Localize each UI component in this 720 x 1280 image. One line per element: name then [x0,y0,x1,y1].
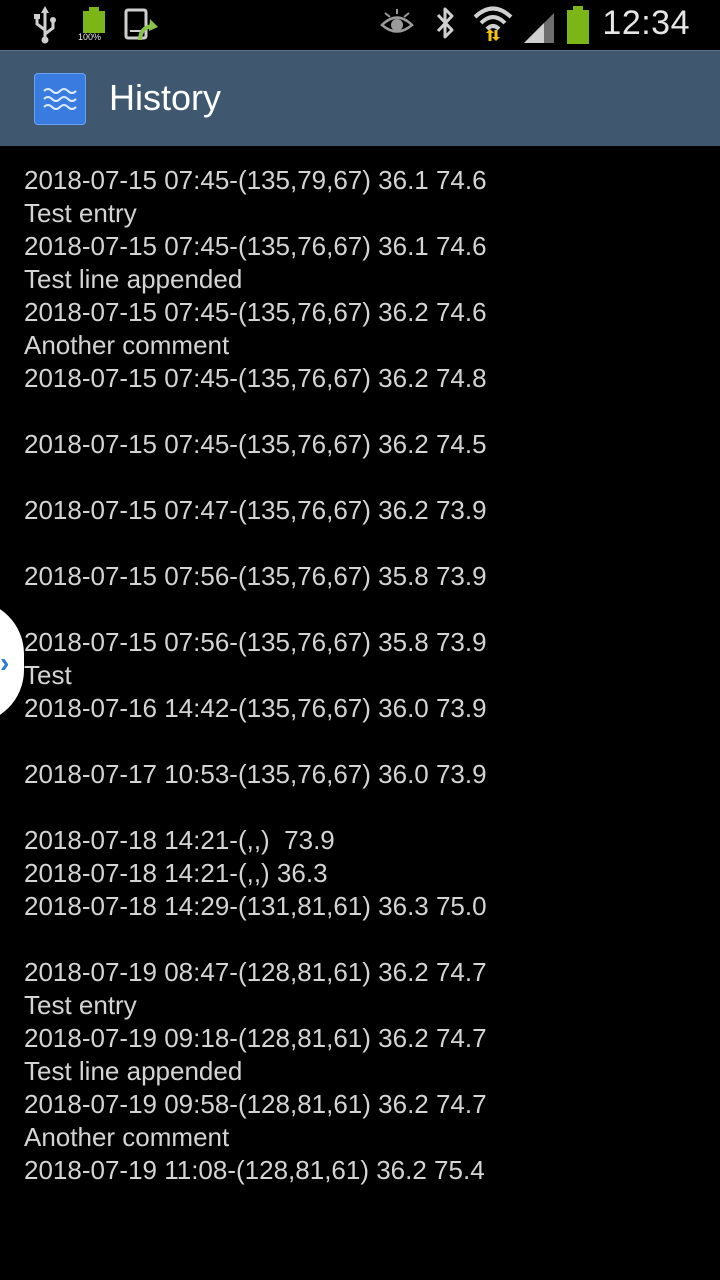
history-blank-line [24,791,704,824]
usb-icon [34,6,56,44]
history-line: Test entry [24,990,137,1020]
history-line: Test [24,660,72,690]
history-line: 2018-07-15 07:56-(135,76,67) 35.8 73.9 [24,627,487,657]
history-line: 2018-07-17 10:53-(135,76,67) 36.0 73.9 [24,759,487,789]
waveform-app-icon[interactable] [34,73,86,125]
wifi-icon [473,6,513,41]
signal-icon [524,13,554,43]
chevron-right-icon[interactable]: › [0,647,9,679]
history-line: Test line appended [24,264,243,294]
history-line: 2018-07-15 07:45-(135,76,67) 36.2 74.6 [24,297,487,327]
history-line: 2018-07-18 14:29-(131,81,61) 36.3 75.0 [24,891,487,921]
page-title: History [109,77,222,118]
history-blank-line [24,923,704,956]
battery-full-icon [83,7,105,33]
history-line: 2018-07-16 14:42-(135,76,67) 36.0 73.9 [24,693,487,723]
battery-icon [567,6,589,44]
history-line: 2018-07-18 14:21-(,,) 73.9 [24,825,335,855]
history-line: 2018-07-15 07:45-(135,76,67) 36.2 74.8 [24,363,487,393]
history-line: 2018-07-19 09:18-(128,81,61) 36.2 74.7 [24,1023,487,1053]
status-bar: 100% 12:34 [0,0,720,50]
history-list[interactable]: 2018-07-15 07:45-(135,79,67) 36.1 74.6 Te… [24,164,704,1187]
sync-icon [124,8,158,41]
history-blank-line [24,395,704,428]
history-line: 2018-07-15 07:45-(135,76,67) 36.2 74.5 [24,429,487,459]
waveform-icon [43,88,77,110]
status-time: 12:34 [602,4,690,42]
history-blank-line [24,725,704,758]
history-line: Test line appended [24,1056,243,1086]
bluetooth-icon [436,7,454,39]
history-line: 2018-07-15 07:47-(135,76,67) 36.2 73.9 [24,495,487,525]
history-blank-line [24,527,704,560]
action-bar: History [0,50,720,146]
history-line: 2018-07-19 08:47-(128,81,61) 36.2 74.7 [24,957,487,987]
eye-icon [380,9,414,33]
history-line: 2018-07-19 09:58-(128,81,61) 36.2 74.7 [24,1089,487,1119]
battery-percent-label: 100% [78,32,102,42]
history-line: Another comment [24,1122,230,1152]
history-line: Another comment [24,330,230,360]
history-line: Test entry [24,198,137,228]
history-line: 2018-07-15 07:56-(135,76,67) 35.8 73.9 [24,561,487,591]
history-line: 2018-07-19 11:08-(128,81,61) 36.2 75.4 [24,1155,485,1185]
history-blank-line [24,461,704,494]
history-blank-line [24,593,704,626]
history-line: 2018-07-18 14:21-(,,) 36.3 [24,858,328,888]
history-line: 2018-07-15 07:45-(135,79,67) 36.1 74.6 [24,165,487,195]
history-line: 2018-07-15 07:45-(135,76,67) 36.1 74.6 [24,231,487,261]
